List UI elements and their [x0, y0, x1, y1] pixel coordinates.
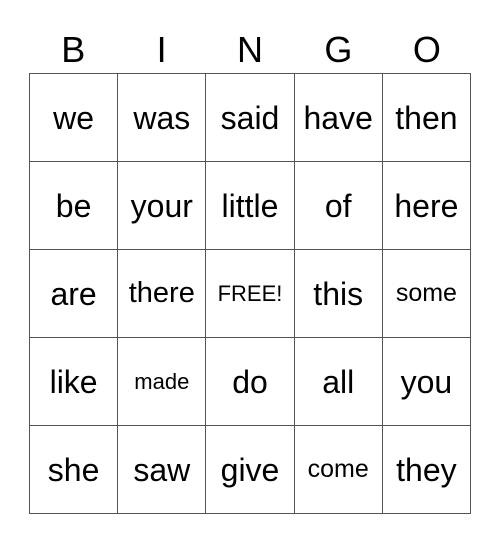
- bingo-cell[interactable]: then: [382, 74, 471, 162]
- bingo-cell[interactable]: little: [206, 162, 295, 250]
- bingo-cell[interactable]: was: [118, 74, 207, 162]
- bingo-cell[interactable]: have: [294, 74, 383, 162]
- bingo-cell[interactable]: saw: [118, 426, 207, 514]
- header-letter-i: I: [156, 29, 167, 70]
- bingo-cell[interactable]: there: [118, 250, 207, 338]
- bingo-cell[interactable]: she: [30, 426, 119, 514]
- header-letter-b: B: [61, 29, 86, 70]
- free-space-cell[interactable]: FREE!: [206, 250, 295, 338]
- bingo-cell[interactable]: your: [118, 162, 207, 250]
- bingo-header: B I N G O: [29, 28, 471, 72]
- bingo-cell[interactable]: of: [294, 162, 383, 250]
- bingo-cell[interactable]: do: [206, 338, 295, 426]
- bingo-cell[interactable]: be: [30, 162, 119, 250]
- bingo-cell[interactable]: like: [30, 338, 119, 426]
- bingo-cell[interactable]: this: [294, 250, 383, 338]
- bingo-cell[interactable]: here: [382, 162, 471, 250]
- bingo-cell[interactable]: you: [382, 338, 471, 426]
- bingo-grid: we was said have then be your little of …: [29, 73, 471, 514]
- header-letter-n: N: [237, 29, 264, 70]
- bingo-cell[interactable]: they: [382, 426, 471, 514]
- bingo-cell[interactable]: some: [382, 250, 471, 338]
- bingo-cell[interactable]: said: [206, 74, 295, 162]
- bingo-cell[interactable]: are: [30, 250, 119, 338]
- bingo-cell[interactable]: come: [294, 426, 383, 514]
- bingo-cell[interactable]: all: [294, 338, 383, 426]
- bingo-cell[interactable]: we: [30, 74, 119, 162]
- bingo-cell[interactable]: made: [118, 338, 207, 426]
- header-letter-o: O: [412, 29, 441, 70]
- header-letter-g: G: [324, 29, 353, 70]
- bingo-cell[interactable]: give: [206, 426, 295, 514]
